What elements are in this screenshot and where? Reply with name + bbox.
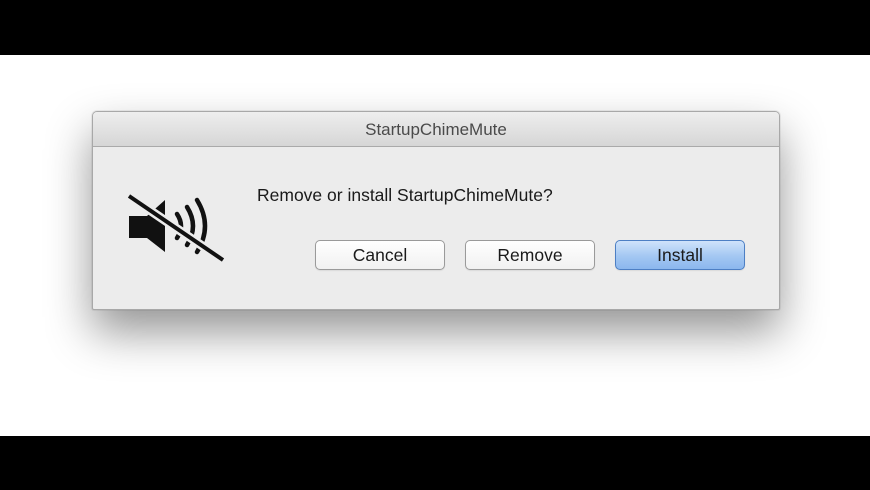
speaker-muted-icon: [123, 192, 229, 264]
cancel-button[interactable]: Cancel: [315, 240, 445, 270]
dialog-body: Remove or install StartupChimeMute? Canc…: [93, 147, 779, 309]
dialog-message: Remove or install StartupChimeMute?: [257, 185, 553, 205]
alert-dialog: StartupChimeMute Remove or install Start…: [92, 111, 780, 310]
letterbox-top: [0, 0, 870, 55]
dialog-title: StartupChimeMute: [365, 120, 507, 139]
letterbox-bottom: [0, 436, 870, 490]
dialog-titlebar[interactable]: StartupChimeMute: [93, 112, 779, 147]
remove-button[interactable]: Remove: [465, 240, 595, 270]
install-button[interactable]: Install: [615, 240, 745, 270]
